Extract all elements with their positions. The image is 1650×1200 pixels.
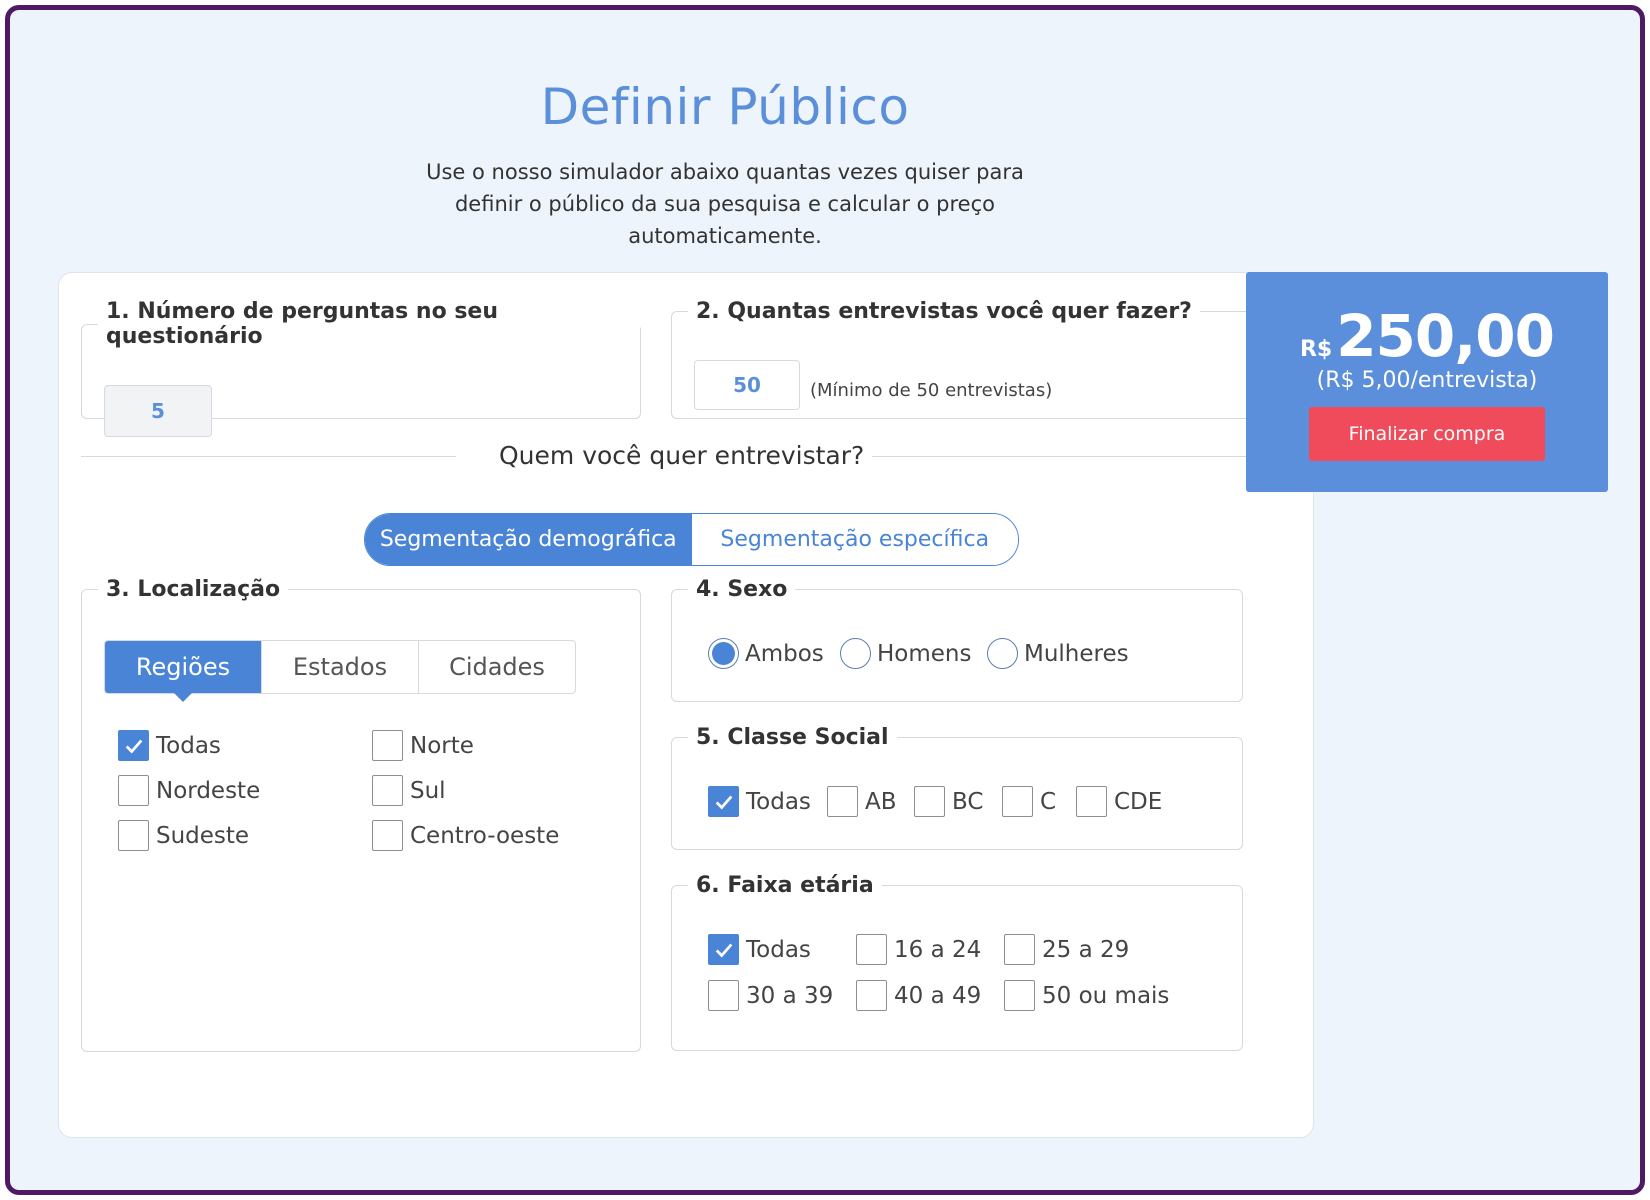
sex-option-homens[interactable]: Homens [840, 638, 971, 669]
checkbox-icon [914, 786, 945, 817]
checkbox-checked-icon [708, 786, 739, 817]
divider-right [872, 456, 1247, 457]
checkbox-icon [856, 934, 887, 965]
location-option-sul[interactable]: Sul [372, 775, 446, 806]
class-option-cde[interactable]: CDE [1076, 786, 1162, 817]
finalize-purchase-button[interactable]: Finalizar compra [1309, 407, 1545, 461]
age-option-50-plus[interactable]: 50 ou mais [1004, 980, 1169, 1011]
location-option-norte[interactable]: Norte [372, 730, 474, 761]
checkbox-icon [372, 775, 403, 806]
checkbox-icon [708, 980, 739, 1011]
checkbox-checked-icon [118, 730, 149, 761]
checkbox-icon [118, 775, 149, 806]
simulator-card: 1. Número de perguntas no seu questionár… [58, 272, 1314, 1138]
price-value: 250,00 [1336, 302, 1555, 370]
location-tabs: Regiões Estados Cidades [104, 640, 576, 702]
who-label: Quem você quer entrevistar? [499, 441, 865, 470]
questions-label: 1. Número de perguntas no seu questionár… [106, 299, 499, 349]
location-label: 3. Localização [106, 577, 281, 602]
app-frame: Definir Público Use o nosso simulador ab… [5, 5, 1645, 1195]
age-option-40-49[interactable]: 40 a 49 [856, 980, 981, 1011]
questions-section: 1. Número de perguntas no seu questionár… [81, 299, 641, 437]
interviews-label: 2. Quantas entrevistas você quer fazer? [696, 299, 1192, 324]
divider-left [81, 456, 456, 457]
location-option-centro-oeste[interactable]: Centro-oeste [372, 820, 559, 851]
interviews-input[interactable]: 50 [694, 360, 800, 410]
checkbox-icon [856, 980, 887, 1011]
sex-label: 4. Sexo [696, 577, 788, 602]
segmentation-demographic-button[interactable]: Segmentação demográfica [365, 514, 692, 565]
sex-section: 4. Sexo Ambos Homens Mulheres [671, 577, 1243, 702]
sex-option-ambos[interactable]: Ambos [708, 638, 824, 669]
questions-input[interactable]: 5 [104, 385, 212, 437]
sex-option-mulheres[interactable]: Mulheres [987, 638, 1129, 669]
radio-icon [840, 638, 871, 669]
checkbox-icon [827, 786, 858, 817]
class-option-c[interactable]: C [1002, 786, 1056, 817]
age-option-todas[interactable]: Todas [708, 934, 811, 965]
class-option-ab[interactable]: AB [827, 786, 897, 817]
checkbox-icon [372, 730, 403, 761]
age-option-30-39[interactable]: 30 a 39 [708, 980, 833, 1011]
location-option-nordeste[interactable]: Nordeste [118, 775, 260, 806]
age-option-25-29[interactable]: 25 a 29 [1004, 934, 1129, 965]
radio-icon [987, 638, 1018, 669]
checkbox-checked-icon [708, 934, 739, 965]
location-option-todas[interactable]: Todas [118, 730, 221, 761]
age-option-16-24[interactable]: 16 a 24 [856, 934, 981, 965]
location-option-sudeste[interactable]: Sudeste [118, 820, 249, 851]
checkbox-icon [1076, 786, 1107, 817]
price-panel: R$250,00 (R$ 5,00/entrevista) Finalizar … [1246, 272, 1608, 492]
checkbox-icon [1004, 980, 1035, 1011]
location-section: 3. Localização Regiões Estados Cidades T… [81, 577, 641, 1052]
segmentation-toggle: Segmentação demográfica Segmentação espe… [364, 513, 1019, 566]
class-option-bc[interactable]: BC [914, 786, 983, 817]
class-option-todas[interactable]: Todas [708, 786, 811, 817]
interviews-section: 2. Quantas entrevistas você quer fazer? … [671, 299, 1283, 419]
page-title: Definir Público [540, 78, 910, 136]
checkbox-icon [118, 820, 149, 851]
social-class-label: 5. Classe Social [696, 725, 889, 750]
checkbox-icon [372, 820, 403, 851]
tab-regions[interactable]: Regiões [105, 641, 262, 702]
segmentation-specific-button[interactable]: Segmentação específica [691, 514, 1018, 565]
tab-states[interactable]: Estados [262, 641, 419, 693]
checkbox-icon [1002, 786, 1033, 817]
interviews-hint: (Mínimo de 50 entrevistas) [810, 380, 1053, 401]
price-currency: R$ [1299, 337, 1333, 362]
page-subtitle: Use o nosso simulador abaixo quantas vez… [426, 160, 1024, 248]
social-class-section: 5. Classe Social Todas AB BC C CDE [671, 725, 1243, 850]
radio-selected-icon [708, 638, 739, 669]
age-section: 6. Faixa etária Todas 16 a 24 25 a 29 30… [671, 873, 1243, 1051]
checkbox-icon [1004, 934, 1035, 965]
age-label: 6. Faixa etária [696, 873, 874, 898]
tab-cities[interactable]: Cidades [419, 641, 575, 693]
price-per-interview: (R$ 5,00/entrevista) [1316, 368, 1538, 393]
price-amount: R$250,00 [1246, 302, 1608, 370]
